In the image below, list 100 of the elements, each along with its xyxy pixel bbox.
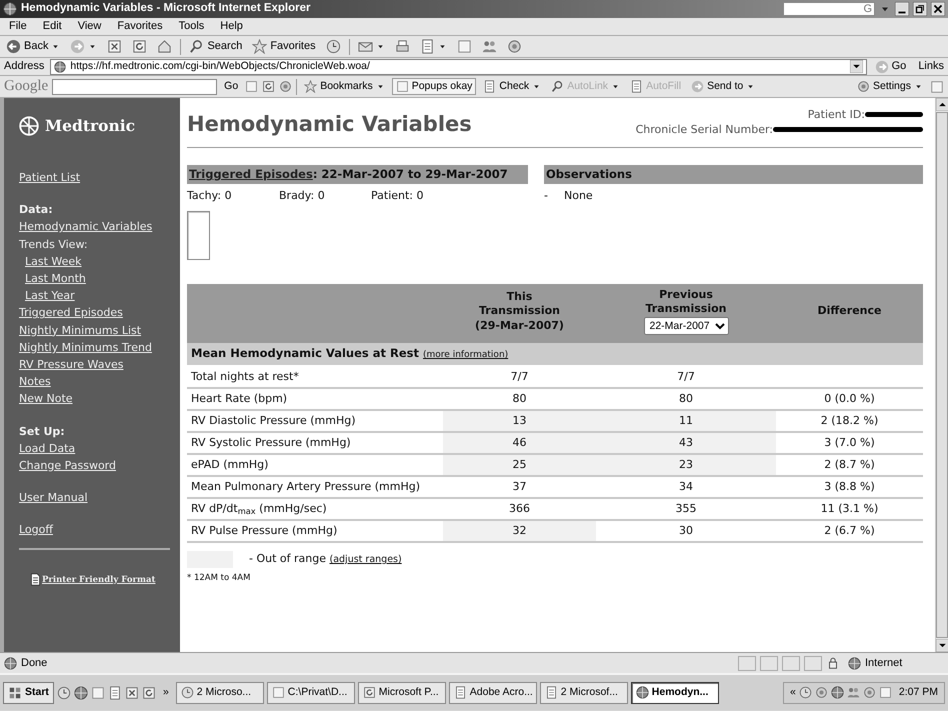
start-button[interactable]: Start — [3, 682, 54, 704]
nav-link[interactable]: Nightly Minimums Trend — [19, 338, 180, 356]
table-cell: 2 (8.7 %) — [776, 454, 923, 476]
status-text: Done — [21, 656, 48, 671]
legend-text: - Out of range — [249, 552, 326, 566]
adjust-ranges-link[interactable]: (adjust ranges) — [330, 554, 402, 566]
quick-launch-icon[interactable] — [108, 686, 122, 700]
menu-item[interactable]: Favorites — [112, 18, 168, 35]
nav-link[interactable]: Notes — [19, 373, 180, 390]
tray-icon — [814, 686, 828, 699]
section-header: Triggered Episodes: 22-Mar-2007 to 29-Mar-2007 — [187, 165, 528, 184]
toolbar-button[interactable]: Check — [480, 78, 544, 94]
table-cell: 32 — [443, 520, 596, 542]
nav-link[interactable]: Patient List — [19, 169, 180, 186]
serial-number-label: Chronicle Serial Number: — [636, 123, 773, 136]
menu-item[interactable]: Edit — [38, 18, 67, 35]
triggered-episodes-link[interactable]: Triggered Episodes — [189, 167, 313, 182]
taskbar-button[interactable]: C:\Privat\D... — [266, 682, 355, 704]
status-pane — [804, 656, 822, 670]
doc-icon — [420, 39, 435, 54]
taskbar-button[interactable]: Adobe Acro... — [448, 682, 537, 704]
quick-launch-icon[interactable] — [142, 686, 156, 700]
observation-text: None — [564, 188, 593, 204]
row-label: RV Systolic Pressure (mmHg) — [187, 432, 443, 454]
nav-link[interactable]: Last Year — [19, 287, 180, 304]
address-field[interactable]: https://hf.medtronic.com/cgi-bin/WebObjects/ChronicleWeb.woa/ — [50, 58, 867, 74]
nav-link[interactable]: New Note — [19, 390, 180, 408]
row-label: RV dP/dt$_{max}$ (mmHg/sec) — [187, 498, 443, 520]
row-label: ePAD (mmHg) — [187, 454, 443, 476]
printer-friendly-link[interactable]: Printer Friendly Format — [29, 572, 180, 589]
gear-icon — [506, 39, 522, 54]
search-button[interactable]: Search — [187, 38, 244, 55]
table-cell: 7/7 — [443, 366, 596, 388]
refresh-icon — [132, 39, 148, 54]
taskbar-button[interactable]: 2 Microso... — [176, 682, 264, 704]
tray-icon — [798, 686, 812, 699]
nav-link[interactable]: Load Data — [19, 440, 180, 457]
menu-item[interactable]: Tools — [174, 18, 210, 35]
taskbar-button[interactable]: 2 Microsof... — [540, 682, 628, 704]
nav-link[interactable]: Last Week — [19, 252, 180, 270]
google-logo: Google — [4, 77, 48, 96]
address-label: Address — [4, 59, 44, 74]
nav-link[interactable]: RV Pressure Waves — [19, 356, 180, 374]
links-button[interactable]: Links — [918, 58, 944, 75]
logo: Medtronic — [45, 115, 136, 137]
quick-launch-icon[interactable] — [90, 686, 105, 700]
google-go-button[interactable]: Go — [221, 78, 242, 94]
toolbar-icon — [691, 80, 704, 93]
quick-launch-icon[interactable] — [56, 686, 71, 700]
quick-launch-icon[interactable] — [74, 686, 88, 700]
minimize-button[interactable] — [895, 2, 909, 16]
nav-link[interactable]: User Manual — [19, 489, 180, 506]
row-label: Total nights at rest* — [187, 366, 443, 388]
favorites-button[interactable]: Favorites — [250, 38, 318, 55]
column-header: This Transmission (29-Mar-2007) — [474, 290, 565, 334]
nav-link[interactable]: Logoff — [19, 521, 180, 538]
tray-icon — [830, 686, 844, 699]
tray-icon — [862, 686, 876, 699]
scrollbar[interactable] — [935, 98, 948, 652]
more-information-link[interactable]: (more information) — [423, 350, 508, 360]
back-button[interactable]: Back — [4, 38, 62, 55]
app-icon — [272, 686, 285, 699]
deskbar-search-field[interactable]: G — [783, 2, 875, 16]
table-cell: 7/7 — [596, 366, 776, 388]
globe-icon — [848, 656, 861, 670]
clock-icon — [326, 39, 341, 54]
quick-launch-icon[interactable] — [124, 686, 139, 700]
nav-link[interactable]: Change Password — [19, 456, 180, 474]
menu-item[interactable]: View — [72, 18, 106, 35]
menu-item[interactable]: File — [4, 18, 32, 35]
toolbar-button[interactable]: Bookmarks — [301, 78, 388, 94]
back-icon — [6, 39, 21, 54]
app-icon — [544, 686, 558, 699]
app-icon — [180, 686, 194, 699]
star-icon — [252, 39, 268, 54]
overflow-button[interactable]: » — [158, 684, 173, 700]
nav-link[interactable]: Nightly Minimums List — [19, 322, 180, 339]
date-select[interactable]: 22-Mar-2007 — [644, 316, 728, 335]
nav-link[interactable]: Last Month — [19, 270, 180, 288]
toolbar-button[interactable]: Send to — [688, 78, 758, 94]
episode-count: Patient: 0 — [371, 188, 424, 204]
menu-item[interactable]: Help — [215, 18, 248, 35]
settings-icon — [857, 80, 870, 93]
toolbar-button[interactable]: Popups okay — [392, 78, 476, 96]
table-cell: 355 — [596, 498, 776, 520]
section-heading: Set Up: — [19, 424, 66, 440]
google-search-field[interactable] — [52, 78, 218, 94]
nav-link[interactable]: Triggered Episodes — [19, 304, 180, 322]
fwd-icon — [70, 39, 86, 54]
row-label: Heart Rate (bpm) — [187, 388, 443, 410]
settings-button[interactable]: Settings — [854, 78, 926, 94]
close-button[interactable] — [931, 2, 945, 16]
tray-expand-button[interactable]: « — [790, 684, 796, 700]
nav-link[interactable]: Hemodynamic Variables — [19, 218, 180, 236]
restore-button[interactable] — [913, 2, 927, 16]
taskbar-button[interactable]: Microsoft P... — [358, 682, 446, 704]
taskbar-button[interactable]: Hemodyn... — [630, 682, 719, 704]
go-button[interactable]: Go — [872, 58, 908, 75]
table-cell: 2 (6.7 %) — [776, 520, 923, 542]
browser-icon — [3, 2, 17, 16]
